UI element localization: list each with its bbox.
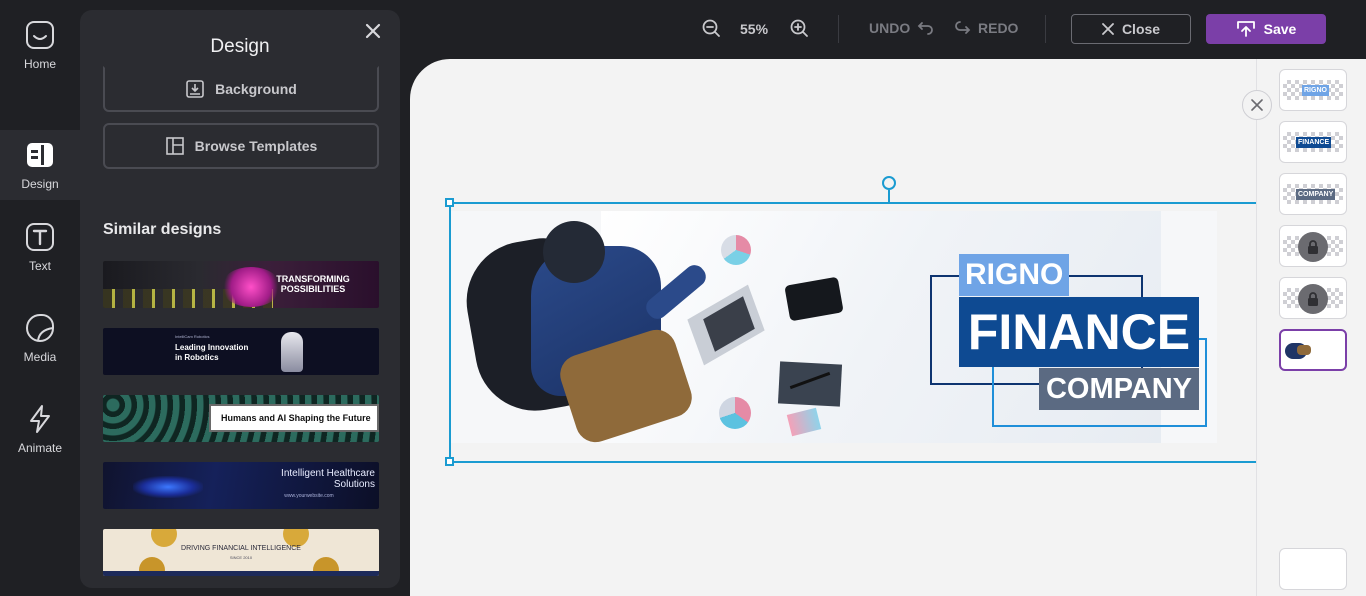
- rail-item-label: Animate: [17, 441, 63, 455]
- lock-icon: [1298, 284, 1328, 314]
- toolbar-divider: [838, 15, 839, 43]
- rail-item-label: Home: [23, 57, 56, 71]
- lock-icon: [1298, 232, 1328, 262]
- animate-icon: [30, 405, 50, 433]
- zoom-in-icon[interactable]: [789, 18, 809, 38]
- rail-item-label: Media: [23, 350, 57, 364]
- similar-design-thumb[interactable]: DRIVING FINANCIAL INTELLIGENCE SINCE 201…: [103, 529, 379, 576]
- thumb-small-text: IntelliCam Robotics: [175, 334, 210, 339]
- rail-item-media[interactable]: Media: [0, 303, 80, 373]
- toolbar-divider: [1045, 15, 1046, 43]
- rail-item-home[interactable]: Home: [0, 10, 80, 80]
- redo-label: REDO: [978, 20, 1019, 36]
- layer-thumb-company[interactable]: COMPANY: [1279, 173, 1347, 215]
- similar-designs-heading: Similar designs: [103, 221, 222, 238]
- home-icon: [26, 21, 54, 49]
- thumb-text: Humans and AI Shaping the Future: [209, 404, 379, 432]
- rail-item-text[interactable]: Text: [0, 212, 80, 282]
- close-icon[interactable]: [364, 22, 382, 40]
- undo-button[interactable]: UNDO: [869, 20, 934, 36]
- similar-design-thumb[interactable]: IntelliCam Robotics Leading Innovation in…: [103, 328, 379, 375]
- add-layer-slot[interactable]: [1279, 548, 1347, 590]
- rail-item-label: Text: [28, 259, 51, 273]
- similar-design-thumb[interactable]: TRANSFORMING POSSIBILITIES: [103, 261, 379, 308]
- selection-box: [449, 202, 1269, 463]
- layer-label: RIGNO: [1302, 85, 1329, 96]
- background-button[interactable]: Background: [103, 66, 379, 112]
- undo-label: UNDO: [869, 20, 911, 36]
- similar-design-thumb[interactable]: Humans and AI Shaping the Future: [103, 395, 379, 442]
- save-label: Save: [1263, 21, 1297, 37]
- redo-icon: [955, 21, 971, 34]
- thumb-robot: [281, 332, 303, 372]
- left-rail: Home Design Text Media Animate: [0, 0, 80, 596]
- layer-image-preview: [1297, 345, 1311, 355]
- thumb-text: Intelligent Healthcare Solutions: [281, 468, 375, 490]
- thumb-text: DRIVING FINANCIAL INTELLIGENCE: [181, 545, 301, 552]
- template-icon: [165, 137, 184, 155]
- background-icon: [186, 80, 204, 98]
- design-panel: Design Background Browse Templates Simil…: [80, 10, 400, 588]
- rail-item-design[interactable]: Design: [0, 130, 80, 200]
- layer-thumb-locked[interactable]: [1279, 225, 1347, 267]
- layer-thumb-rigno[interactable]: RIGNO: [1279, 69, 1347, 111]
- undo-icon: [917, 22, 934, 35]
- zoom-level: 55%: [740, 21, 769, 37]
- zoom-out-icon[interactable]: [701, 18, 721, 38]
- browse-templates-button[interactable]: Browse Templates: [103, 123, 379, 169]
- rail-item-label: Design: [21, 177, 59, 191]
- rail-item-animate[interactable]: Animate: [0, 394, 80, 464]
- layers-close-button[interactable]: [1242, 90, 1272, 120]
- save-icon: [1236, 21, 1255, 37]
- save-button[interactable]: Save: [1206, 14, 1326, 44]
- thumb-bar: [103, 571, 379, 576]
- thumb-glow: [133, 476, 203, 498]
- layer-thumb-image[interactable]: [1279, 329, 1347, 371]
- thumb-text: TRANSFORMING POSSIBILITIES: [276, 274, 350, 294]
- close-label: Close: [1121, 21, 1161, 37]
- layer-thumb-finance[interactable]: FINANCE: [1279, 121, 1347, 163]
- thumb-small-text: SINCE 2010: [229, 555, 253, 560]
- thumb-text: Leading Innovation in Robotics: [175, 343, 249, 362]
- media-icon: [26, 314, 54, 342]
- panel-title: Design: [210, 36, 270, 57]
- text-icon: [26, 223, 54, 251]
- close-icon: [1102, 23, 1114, 35]
- resize-handle[interactable]: [445, 198, 454, 207]
- rotate-line: [888, 190, 890, 202]
- design-icon: [27, 143, 53, 167]
- close-icon: [1251, 99, 1263, 111]
- layers-panel: RIGNO FINANCE COMPANY: [1256, 59, 1366, 596]
- background-label: Background: [215, 81, 297, 97]
- browse-templates-label: Browse Templates: [194, 138, 318, 154]
- similar-design-thumb[interactable]: Intelligent Healthcare Solutions www.your…: [103, 462, 379, 509]
- close-button[interactable]: Close: [1071, 14, 1191, 44]
- thumb-small-text: www.yourwebsite.com: [284, 493, 334, 499]
- redo-button[interactable]: REDO: [954, 20, 1018, 36]
- resize-handle[interactable]: [445, 457, 454, 466]
- layer-label: COMPANY: [1296, 189, 1336, 200]
- layer-label: FINANCE: [1296, 137, 1332, 148]
- rotate-handle[interactable]: [882, 176, 896, 190]
- layer-thumb-locked[interactable]: [1279, 277, 1347, 319]
